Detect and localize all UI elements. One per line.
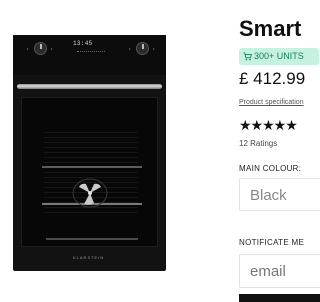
knob-mark: • (51, 46, 53, 51)
oven-display: 13:45 (73, 40, 93, 47)
product-price: £ 412.99 (239, 69, 306, 88)
oven-door (21, 97, 158, 247)
ratings-count[interactable]: 12 Ratings (239, 139, 277, 148)
brand-logo: KLARSTEIN (73, 255, 105, 260)
rating-stars[interactable]: ★★★★★ (239, 117, 298, 134)
oven-control-panel: • • 13:45 • • (13, 35, 166, 75)
knob-mark: • (27, 46, 29, 51)
oven-handle (17, 84, 162, 89)
knob-mark: • (153, 46, 155, 51)
notify-me-label: NOTIFICATE ME (239, 238, 305, 247)
main-colour-label: MAIN COLOUR: (239, 164, 302, 173)
stock-badge-text: 300+ UNITS (254, 51, 304, 61)
product-image[interactable]: • • 13:45 • • KLARSTEIN (0, 0, 232, 300)
oven-rack (42, 166, 142, 168)
cart-icon (243, 52, 252, 61)
oven-fan-icon (72, 178, 108, 208)
oven-knob-right (136, 42, 149, 55)
colour-select[interactable]: Black (239, 178, 320, 211)
stock-badge: 300+ UNITS (239, 48, 319, 65)
oven-photo: • • 13:45 • • KLARSTEIN (13, 35, 166, 271)
notify-button[interactable] (239, 294, 320, 302)
oven-rack (46, 238, 138, 240)
oven-display-icons (77, 51, 105, 55)
oven-knob-left (34, 42, 47, 55)
knob-mark: • (129, 46, 131, 51)
product-specification-link[interactable]: Product specification (239, 99, 304, 106)
product-title: Smart (239, 16, 302, 41)
email-field[interactable] (239, 254, 320, 288)
product-info: Smart 300+ UNITS £ 412.99 Product specif… (239, 0, 320, 302)
